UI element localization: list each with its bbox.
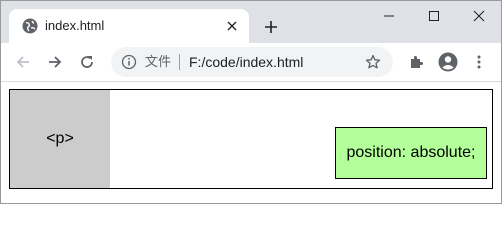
back-button[interactable] [11,50,35,74]
maximize-icon [428,11,439,21]
forward-button[interactable] [43,50,67,74]
reload-button[interactable] [75,50,99,74]
plus-icon [265,21,277,33]
file-scheme-label: 文件 [145,54,172,69]
p-element-block: <p> [10,90,110,188]
browser-toolbar: 文件 F:/code/index.html [1,43,501,82]
minimize-icon [383,15,394,17]
extensions-button[interactable] [404,50,428,74]
tab-strip: index.html [1,1,501,43]
star-icon[interactable] [365,54,381,70]
tab-title: index.html [45,18,105,33]
tab-index-html[interactable]: index.html [9,9,249,43]
new-tab-button[interactable] [259,15,283,39]
globe-icon [22,18,38,34]
url-text[interactable]: F:/code/index.html [189,54,303,70]
reload-icon [81,56,93,68]
menu-button[interactable] [467,50,491,74]
info-icon[interactable] [121,54,137,70]
address-bar[interactable]: 文件 F:/code/index.html [111,47,393,77]
profile-button[interactable] [436,50,460,74]
extensions-puzzle-icon [411,56,423,68]
tab-close-icon[interactable] [224,18,240,34]
minimize-button[interactable] [366,1,411,31]
profile-avatar-icon [438,52,458,72]
absolute-positioned-box: position: absolute; [335,127,487,179]
relative-container: <p> position: absolute; [9,89,493,189]
maximize-button[interactable] [411,1,456,31]
close-icon [473,10,484,22]
omnibox-divider [179,54,180,70]
back-arrow-icon [16,56,29,68]
menu-kebab-icon [477,55,481,69]
window-close-button[interactable] [456,1,501,31]
page-viewport: <p> position: absolute; [1,82,501,203]
forward-arrow-icon [49,56,62,68]
browser-window: index.html 文件 F:/code/index.html <p> pos… [0,0,502,204]
